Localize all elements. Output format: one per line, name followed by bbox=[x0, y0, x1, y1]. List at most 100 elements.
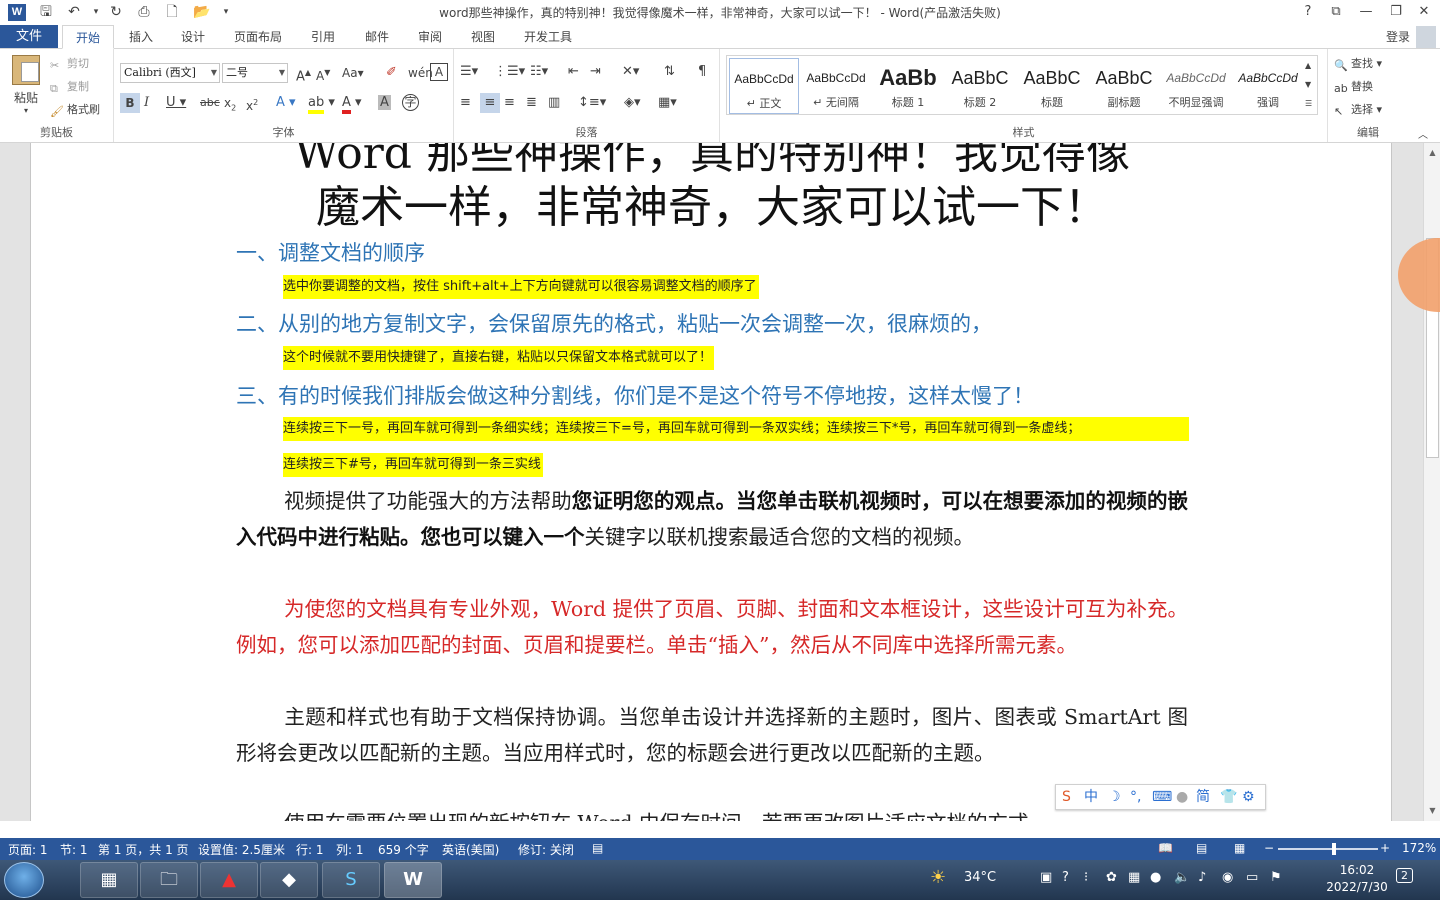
find-button[interactable]: 🔍 查找 ▾ bbox=[1334, 55, 1382, 73]
clear-formatting-icon[interactable]: ✐ bbox=[386, 64, 397, 82]
zoom-slider[interactable] bbox=[1278, 848, 1378, 850]
zoom-in-icon[interactable]: + bbox=[1380, 841, 1390, 855]
line-spacing-icon[interactable]: ↕≡▾ bbox=[578, 94, 606, 112]
tray-help-icon[interactable]: ? bbox=[1062, 870, 1069, 885]
style-heading-2[interactable]: AaBbC 标题 2 bbox=[945, 58, 1015, 114]
gallery-up-icon[interactable]: ▲ bbox=[1305, 56, 1311, 75]
undo-icon[interactable]: ↶ bbox=[64, 3, 84, 21]
align-left-icon[interactable]: ≡ bbox=[460, 94, 471, 112]
increase-indent-icon[interactable]: ⇥ bbox=[590, 63, 601, 81]
tab-view[interactable]: 视图 bbox=[460, 25, 506, 49]
font-name-combo[interactable]: Calibri (西文] ▼ bbox=[120, 63, 220, 83]
subscript-button[interactable]: x2 bbox=[224, 94, 236, 117]
tray-ime-icon[interactable]: ▦ bbox=[1128, 870, 1140, 885]
tray-display-icon[interactable]: ▭ bbox=[1246, 870, 1258, 885]
tray-speaker-icon[interactable]: ♪ bbox=[1198, 870, 1206, 885]
highlight-color-icon[interactable]: ab ▾ bbox=[308, 94, 335, 114]
undo-dropdown-icon[interactable]: ▾ bbox=[86, 3, 106, 21]
decrease-indent-icon[interactable]: ⇤ bbox=[568, 63, 579, 81]
zoom-out-icon[interactable]: − bbox=[1264, 841, 1274, 855]
underline-button[interactable]: U ▾ bbox=[166, 94, 186, 112]
style-emphasis[interactable]: AaBbCcDd 强调 bbox=[1233, 58, 1303, 114]
tray-flower-icon[interactable]: ✿ bbox=[1106, 870, 1117, 885]
font-color-icon[interactable]: A ▾ bbox=[342, 94, 362, 114]
customize-qat-icon[interactable]: ▾ bbox=[216, 3, 236, 21]
numbering-icon[interactable]: ⋮☰▾ bbox=[494, 63, 525, 81]
redo-icon[interactable]: ↻ bbox=[106, 3, 126, 21]
style-subtle-emphasis[interactable]: AaBbCcDd 不明显强调 bbox=[1161, 58, 1231, 114]
character-border-icon[interactable]: A bbox=[430, 63, 448, 81]
grow-font-icon[interactable]: A▲ bbox=[296, 64, 311, 86]
ribbon-display-button[interactable]: ⧉ bbox=[1322, 2, 1350, 22]
tab-mailings[interactable]: 邮件 bbox=[354, 25, 400, 49]
borders-icon[interactable]: ▦▾ bbox=[658, 94, 677, 112]
style-normal[interactable]: AaBbCcDd ↵ 正文 bbox=[729, 58, 799, 114]
ime-settings-icon[interactable]: ⚙ bbox=[1242, 788, 1255, 806]
notification-badge[interactable]: 2 bbox=[1396, 868, 1413, 883]
help-button[interactable]: ? bbox=[1294, 2, 1322, 22]
bold-button[interactable]: B bbox=[120, 93, 140, 113]
align-center-icon[interactable]: ≡ bbox=[480, 93, 500, 113]
char-shading-icon[interactable]: A bbox=[378, 94, 391, 112]
web-layout-icon[interactable]: ▦ bbox=[1234, 841, 1245, 855]
tray-volume-icon[interactable]: 🔈 bbox=[1174, 870, 1190, 885]
font-size-combo[interactable]: 二号 ▼ bbox=[222, 63, 288, 83]
tab-home[interactable]: 开始 bbox=[62, 25, 114, 49]
replace-button[interactable]: ab 替换 bbox=[1334, 78, 1373, 96]
multilevel-list-icon[interactable]: ☷▾ bbox=[530, 63, 548, 81]
superscript-button[interactable]: x2 bbox=[246, 94, 258, 115]
tab-review[interactable]: 审阅 bbox=[407, 25, 453, 49]
new-document-icon[interactable]: 🗋 bbox=[162, 3, 182, 21]
tray-qq-icon[interactable]: ● bbox=[1150, 870, 1161, 885]
taskbar-explorer-icon[interactable]: ▦ bbox=[80, 862, 138, 898]
zoom-level[interactable]: 172% bbox=[1402, 841, 1436, 855]
bullets-icon[interactable]: ☰▾ bbox=[460, 63, 478, 81]
italic-button[interactable]: I bbox=[144, 94, 149, 112]
read-mode-icon[interactable]: 📖 bbox=[1158, 841, 1173, 855]
tab-design[interactable]: 设计 bbox=[170, 25, 216, 49]
status-page-of[interactable]: 第 1 页，共 1 页 bbox=[98, 841, 189, 858]
close-button[interactable]: ✕ bbox=[1410, 2, 1438, 22]
document-page[interactable]: Word 那些神操作，真的特别神！我觉得像 魔术一样，非常神奇，大家可以试一下！… bbox=[30, 143, 1392, 821]
style-heading-1[interactable]: AaBb 标题 1 bbox=[873, 58, 943, 114]
print-layout-icon[interactable]: ▤ bbox=[1196, 841, 1207, 855]
tab-file[interactable]: 文件 bbox=[0, 25, 58, 49]
tab-insert[interactable]: 插入 bbox=[118, 25, 164, 49]
taskbar-sogou-icon[interactable]: S bbox=[322, 862, 380, 898]
paste-button[interactable]: 粘贴 ▾ bbox=[8, 55, 44, 121]
minimize-button[interactable]: — bbox=[1352, 2, 1380, 22]
gallery-down-icon[interactable]: ▼ bbox=[1305, 75, 1311, 94]
status-language[interactable]: 英语(美国) bbox=[442, 841, 499, 858]
tray-network-icon[interactable]: ◉ bbox=[1222, 870, 1233, 885]
tray-flag-icon[interactable]: ⚑ bbox=[1270, 870, 1282, 885]
user-avatar[interactable] bbox=[1416, 26, 1436, 48]
tray-app-icon[interactable]: ▣ bbox=[1040, 870, 1052, 885]
sort-icon[interactable]: ⇅ bbox=[664, 63, 675, 81]
format-painter-button[interactable]: 🖌 格式刷 bbox=[50, 101, 100, 119]
user-icon[interactable]: ● bbox=[1176, 788, 1188, 806]
style-title[interactable]: AaBbC 标题 bbox=[1017, 58, 1087, 114]
tab-layout[interactable]: 页面布局 bbox=[226, 25, 290, 49]
show-marks-icon[interactable]: ¶ bbox=[698, 63, 706, 81]
status-track-changes[interactable]: 修订: 关闭 bbox=[518, 841, 574, 858]
taskbar-word-icon[interactable]: W bbox=[384, 862, 442, 898]
open-folder-icon[interactable]: 📂 bbox=[192, 3, 212, 21]
punctuation-icon[interactable]: °, bbox=[1130, 788, 1141, 806]
weather-sun-icon[interactable]: ☀ bbox=[930, 867, 946, 888]
strikethrough-button[interactable]: abc bbox=[200, 94, 220, 112]
chinese-layout-icon[interactable]: ✕▾ bbox=[622, 63, 639, 81]
status-page[interactable]: 页面: 1 bbox=[8, 841, 48, 858]
select-button[interactable]: ↖ 选择 ▾ bbox=[1334, 101, 1382, 119]
copy-button[interactable]: ⧉ 复制 bbox=[50, 78, 89, 96]
zoom-slider-thumb[interactable] bbox=[1332, 843, 1336, 855]
ime-mode-chinese[interactable]: 中 bbox=[1084, 788, 1098, 806]
print-preview-icon[interactable]: ⎙ bbox=[134, 3, 154, 21]
start-button[interactable] bbox=[4, 862, 44, 898]
status-setting[interactable]: 设置值: 2.5厘米 bbox=[198, 841, 285, 858]
login-link[interactable]: 登录 bbox=[1386, 28, 1410, 45]
macro-record-icon[interactable]: ▤ bbox=[592, 841, 603, 855]
style-subtitle[interactable]: AaBbC 副标题 bbox=[1089, 58, 1159, 114]
style-no-spacing[interactable]: AaBbCcDd ↵ 无间隔 bbox=[801, 58, 871, 114]
tab-developer[interactable]: 开发工具 bbox=[516, 25, 580, 49]
ime-toolbar[interactable]: S 中 ☽ °, ⌨ ● 简 👕 ⚙ bbox=[1055, 784, 1266, 810]
